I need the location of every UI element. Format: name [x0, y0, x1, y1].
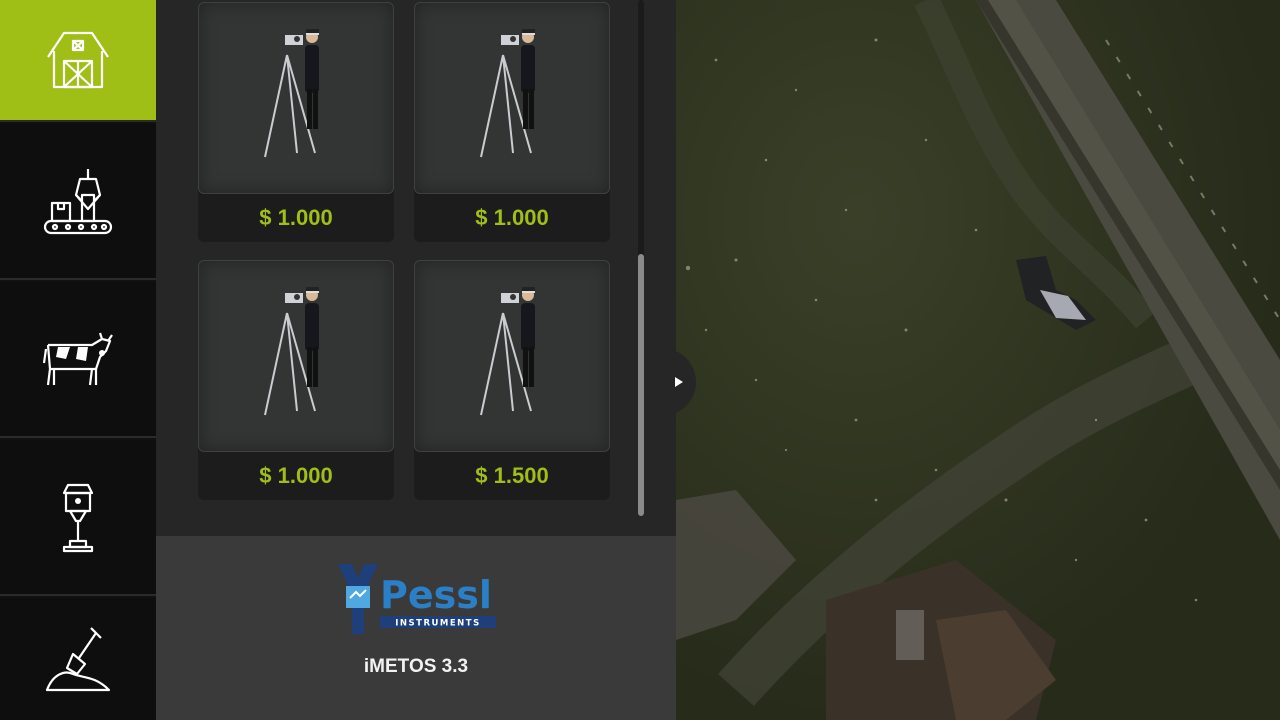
item-thumbnail [414, 260, 610, 452]
shop-item-card[interactable]: $ 1.000 [198, 2, 394, 242]
category-sidebar [0, 0, 174, 720]
brand-subtitle: INSTRUMENTS [395, 619, 480, 629]
shovel-icon [45, 627, 111, 692]
item-thumbnail [198, 260, 394, 452]
weather-station-icon [480, 287, 535, 416]
category-buildings[interactable] [0, 0, 156, 122]
category-landscaping[interactable] [0, 598, 156, 720]
shop-item-card[interactable]: $ 1.000 [414, 2, 610, 242]
item-price: $ 1.000 [475, 205, 549, 230]
weather-station-icon [480, 29, 535, 158]
production-conveyor-icon [43, 169, 113, 235]
item-thumbnail [414, 2, 610, 194]
lantern-icon [62, 483, 94, 553]
brand-name: Pessl [380, 573, 492, 617]
weather-station-icon [264, 29, 319, 158]
shop-item-card[interactable]: $ 1.500 [414, 260, 610, 500]
item-price: $ 1.500 [475, 463, 549, 488]
brand-logo: Pessl INSTRUMENTS [338, 564, 496, 634]
item-info-panel: Pessl INSTRUMENTS iMETOS 3.3 [156, 536, 676, 720]
category-production[interactable] [0, 124, 156, 280]
triangle-right-icon [675, 377, 683, 387]
scrollbar-thumb[interactable] [638, 254, 644, 516]
barn-icon [47, 31, 109, 89]
item-price: $ 1.000 [259, 463, 333, 488]
category-animals[interactable] [0, 282, 156, 438]
item-name: iMETOS 3.3 [363, 656, 469, 677]
category-decorations[interactable] [0, 440, 156, 596]
shop-item-card[interactable]: $ 1.000 [198, 260, 394, 500]
item-thumbnail [198, 2, 394, 194]
weather-station-icon [264, 287, 319, 416]
cow-icon [42, 332, 113, 386]
item-price: $ 1.000 [259, 205, 333, 230]
game-world-view[interactable] [676, 0, 1280, 720]
world-terrain [676, 0, 1280, 720]
